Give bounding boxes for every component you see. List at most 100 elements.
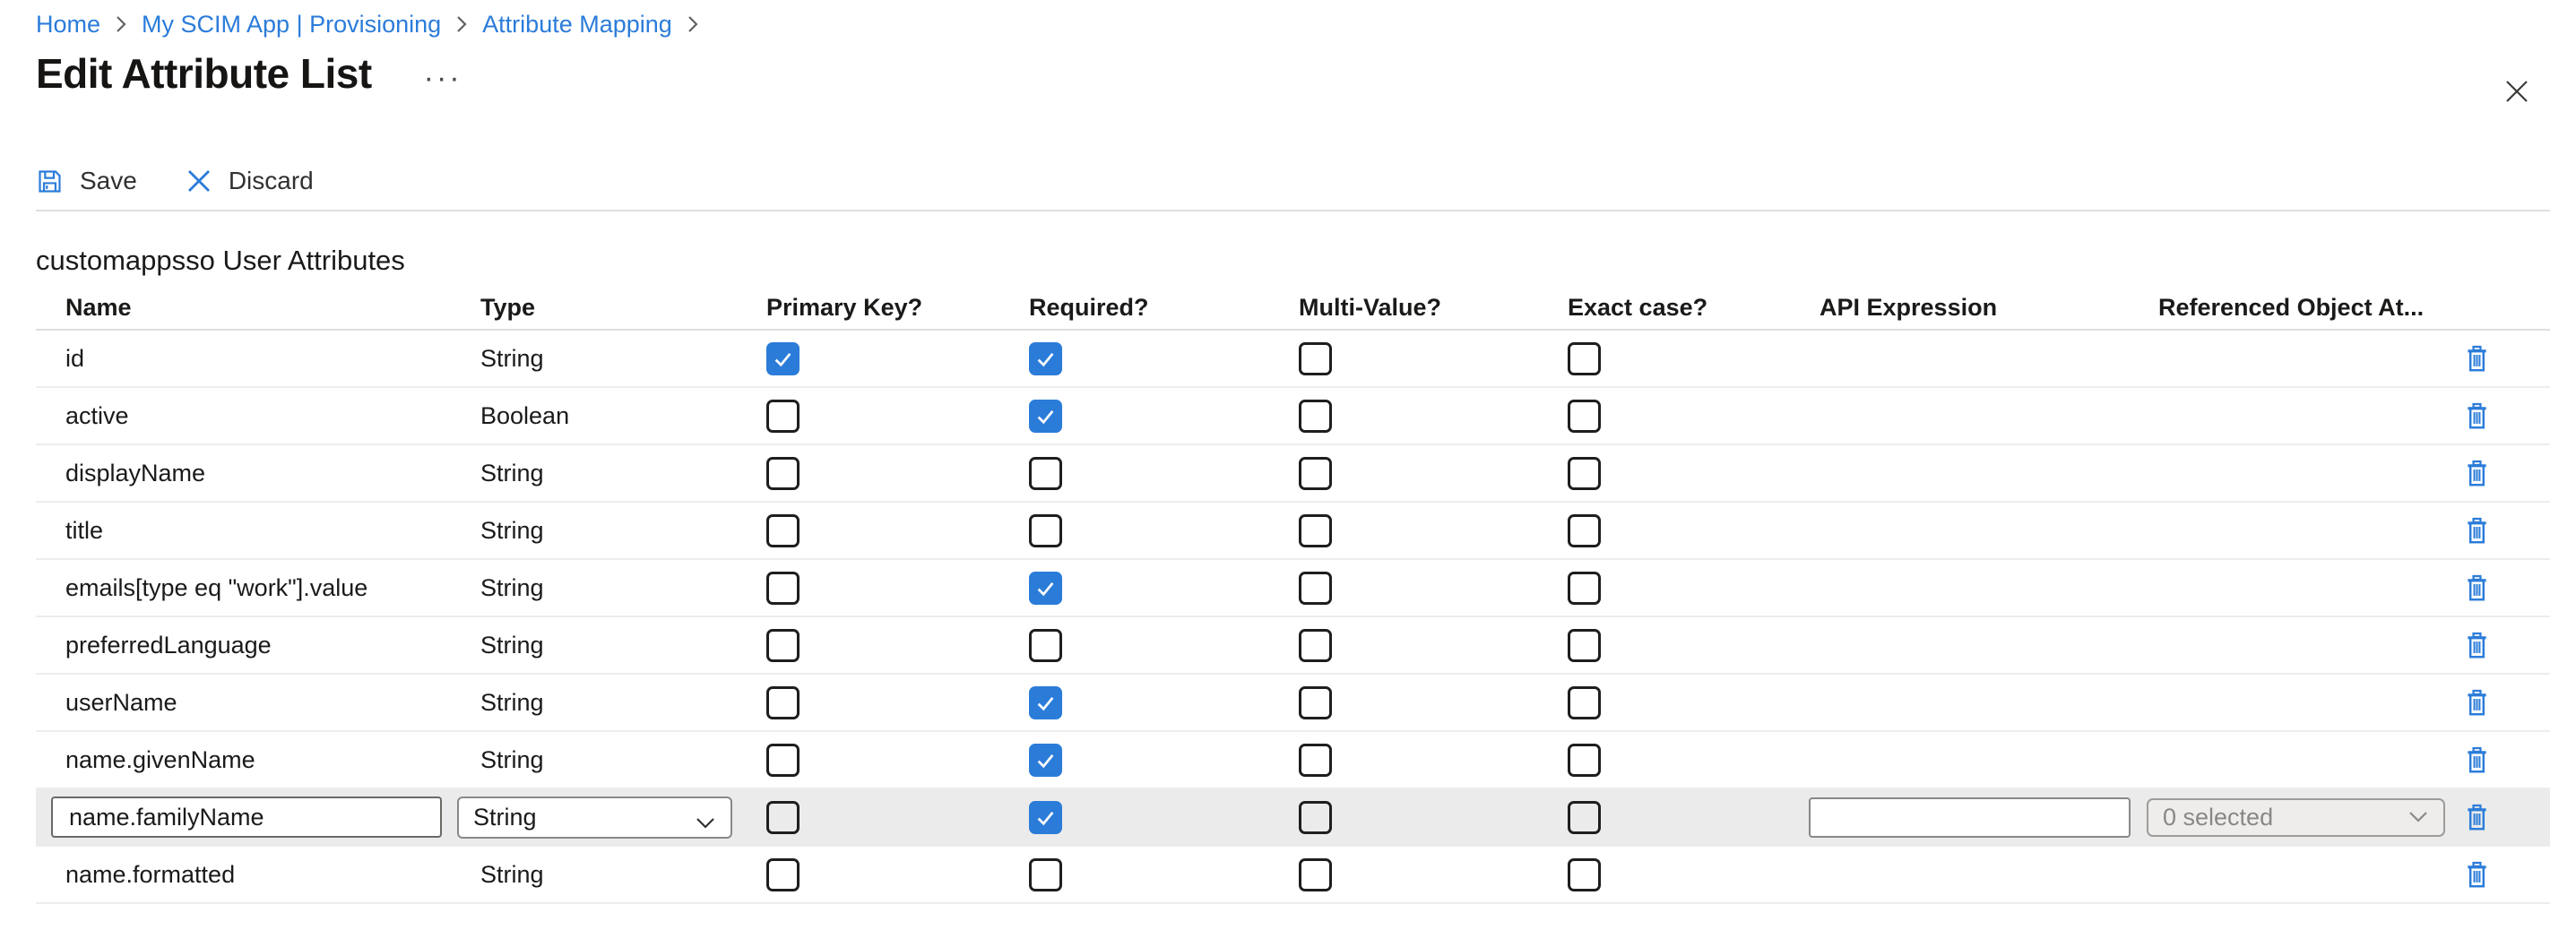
required-checkbox[interactable] [1029,686,1062,719]
primary-key-checkbox[interactable] [766,400,800,433]
attribute-name-cell: userName [36,689,480,717]
exact-case-checkbox[interactable] [1568,572,1601,605]
multi-value-checkbox[interactable] [1299,514,1332,547]
required-checkbox[interactable] [1029,457,1062,490]
delete-attribute-button[interactable] [2465,574,2489,602]
multi-value-checkbox[interactable] [1299,629,1332,662]
chevron-right-icon [455,13,468,35]
primary-key-checkbox[interactable] [766,686,800,719]
exact-case-checkbox[interactable] [1568,400,1601,433]
multi-value-checkbox[interactable] [1299,801,1332,834]
delete-attribute-button[interactable] [2465,460,2489,487]
attribute-name-cell: displayName [36,460,480,487]
chevron-right-icon [115,13,127,35]
exact-case-checkbox[interactable] [1568,686,1601,719]
attribute-edit-row: String 0 selected [36,789,2550,847]
attribute-name-cell: title [36,517,480,545]
delete-attribute-button[interactable] [2465,861,2489,889]
primary-key-checkbox[interactable] [766,801,800,834]
primary-key-checkbox[interactable] [766,342,800,375]
attribute-name-cell: name.formatted [36,861,480,889]
exact-case-checkbox[interactable] [1568,801,1601,834]
table-row: userName String [36,675,2550,732]
multi-value-checkbox[interactable] [1299,342,1332,375]
referenced-object-dropdown[interactable]: 0 selected [2147,798,2445,837]
table-row: active Boolean [36,388,2550,445]
table-row: id String [36,331,2550,388]
attribute-type-cell: Boolean [480,402,766,430]
attribute-name-input[interactable] [51,797,442,838]
delete-attribute-button[interactable] [2465,804,2489,831]
trash-icon [2465,402,2489,430]
save-button[interactable]: Save [36,167,137,195]
chevron-down-icon [2407,810,2429,824]
table-row: name.givenName String [36,732,2550,789]
primary-key-checkbox[interactable] [766,572,800,605]
primary-key-checkbox[interactable] [766,514,800,547]
multi-value-checkbox[interactable] [1299,858,1332,891]
attribute-name-cell: name.givenName [36,746,480,774]
discard-button[interactable]: Discard [186,167,314,195]
breadcrumb-home-link[interactable]: Home [36,11,100,39]
required-checkbox[interactable] [1029,514,1062,547]
attribute-type-cell: String [480,517,766,545]
attribute-type-cell: String [480,632,766,659]
required-checkbox[interactable] [1029,744,1062,777]
required-checkbox[interactable] [1029,858,1062,891]
exact-case-checkbox[interactable] [1568,858,1601,891]
delete-attribute-button[interactable] [2465,746,2489,774]
exact-case-checkbox[interactable] [1568,342,1601,375]
required-checkbox[interactable] [1029,801,1062,834]
section-title: customappsso User Attributes [36,244,2576,278]
multi-value-checkbox[interactable] [1299,572,1332,605]
more-options-button[interactable]: ··· [424,60,462,87]
table-row: emails[type eq "work"].value String [36,560,2550,617]
multi-value-checkbox[interactable] [1299,744,1332,777]
delete-attribute-button[interactable] [2465,345,2489,373]
breadcrumb-app-provisioning-link[interactable]: My SCIM App | Provisioning [142,11,441,39]
exact-case-checkbox[interactable] [1568,457,1601,490]
delete-attribute-button[interactable] [2465,689,2489,717]
table-body: id String active [36,331,2550,904]
attribute-type-cell: String [480,689,766,717]
command-bar: Save Discard [36,159,2550,211]
multi-value-checkbox[interactable] [1299,686,1332,719]
trash-icon [2465,632,2489,659]
attribute-type-cell: String [480,574,766,602]
save-icon [36,168,64,195]
column-header-exact-case: Exact case? [1568,294,1820,322]
column-header-api-expression: API Expression [1820,294,2158,322]
breadcrumb-attribute-mapping-link[interactable]: Attribute Mapping [482,11,672,39]
multi-value-checkbox[interactable] [1299,457,1332,490]
user-attributes-table: Name Type Primary Key? Required? Multi-V… [36,287,2550,904]
column-header-name: Name [36,294,480,322]
exact-case-checkbox[interactable] [1568,744,1601,777]
primary-key-checkbox[interactable] [766,629,800,662]
attribute-name-cell: emails[type eq "work"].value [36,574,480,602]
delete-attribute-button[interactable] [2465,517,2489,545]
attribute-type-cell: String [480,460,766,487]
exact-case-checkbox[interactable] [1568,514,1601,547]
attribute-name-cell: preferredLanguage [36,632,480,659]
trash-icon [2465,746,2489,774]
required-checkbox[interactable] [1029,629,1062,662]
chevron-right-icon [687,13,699,35]
multi-value-checkbox[interactable] [1299,400,1332,433]
trash-icon [2465,804,2489,831]
close-panel-button[interactable] [2501,75,2533,108]
primary-key-checkbox[interactable] [766,858,800,891]
api-expression-input[interactable] [1809,797,2131,838]
column-header-type: Type [480,294,766,322]
attribute-type-cell: String [480,746,766,774]
primary-key-checkbox[interactable] [766,457,800,490]
exact-case-checkbox[interactable] [1568,629,1601,662]
breadcrumb: Home My SCIM App | Provisioning Attribut… [36,0,2576,32]
attribute-type-select[interactable]: String [457,797,732,839]
required-checkbox[interactable] [1029,400,1062,433]
required-checkbox[interactable] [1029,572,1062,605]
primary-key-checkbox[interactable] [766,744,800,777]
delete-attribute-button[interactable] [2465,632,2489,659]
required-checkbox[interactable] [1029,342,1062,375]
column-header-multi-value: Multi-Value? [1299,294,1568,322]
delete-attribute-button[interactable] [2465,402,2489,430]
